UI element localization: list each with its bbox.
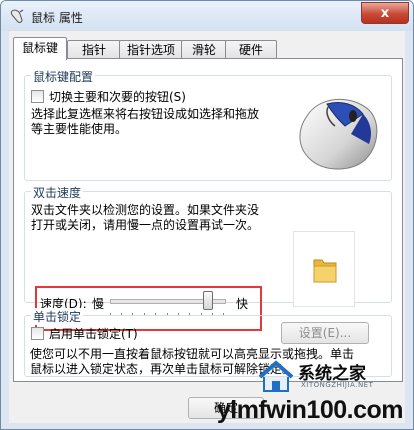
speed-slider-thumb[interactable]: [203, 291, 214, 310]
desc-line: 双击文件夹以检测您的设置。如果文件夹没: [31, 203, 260, 217]
tab-pointers[interactable]: 指针: [67, 40, 121, 59]
button-config-description: 选择此复选框来将右按钮设成如选择和拖放 等主要性能使用。: [31, 107, 281, 137]
switch-buttons-label[interactable]: 切换主要和次要的按钮(S): [49, 88, 186, 105]
tab-buttons[interactable]: 鼠标键: [13, 37, 67, 60]
tab-label: 指针选项: [126, 43, 175, 57]
fast-label: 快: [236, 297, 249, 311]
tab-panel-buttons: 鼠标键配置 切换主要和次要的按钮(S) 选择此复选框来将右按钮设成如选择和拖放 …: [13, 58, 403, 382]
group-title-click-lock: 单击锁定: [31, 308, 84, 325]
group-title-double-click: 双击速度: [31, 184, 84, 201]
close-icon: x: [380, 5, 390, 21]
double-click-description: 双击文件夹以检测您的设置。如果文件夹没 打开或关闭，请用慢一点的设置再试一次。: [31, 203, 301, 233]
desc-line: 等主要性能使用。: [31, 122, 128, 136]
click-lock-label[interactable]: 启用单击锁定(T): [49, 325, 138, 342]
tab-label: 滑轮: [191, 43, 216, 57]
tab-hardware[interactable]: 硬件: [225, 40, 277, 59]
tab-label: 指针: [81, 43, 106, 57]
tab-wheel[interactable]: 滑轮: [181, 40, 227, 59]
button-config-group: 鼠标键配置 切换主要和次要的按钮(S) 选择此复选框来将右按钮设成如选择和拖放 …: [24, 68, 392, 181]
house-logo-icon: [258, 360, 294, 392]
click-lock-checkbox[interactable]: [31, 327, 44, 340]
title-bar[interactable]: 鼠标 属性 x: [1, 1, 413, 31]
mouse-icon: [10, 9, 24, 23]
desc-line: 打开或关闭，请用慢一点的设置再试一次。: [31, 218, 260, 232]
slow-label: 慢: [92, 297, 105, 311]
mouse-properties-window: 鼠标 属性 x 鼠标键 指针 指针选项 滑轮 硬件 鼠标键配置 切换主要和次要的…: [0, 0, 414, 430]
switch-buttons-checkbox[interactable]: [31, 90, 44, 103]
folder-icon[interactable]: [312, 256, 338, 284]
tab-pointer-options[interactable]: 指针选项: [119, 40, 183, 59]
tab-label: 鼠标键: [21, 41, 58, 55]
tab-label: 硬件: [238, 43, 263, 57]
click-lock-settings-button[interactable]: 设置(E)...: [281, 322, 369, 344]
double-click-test-area[interactable]: [293, 231, 355, 307]
mouse-illustration-icon: [299, 98, 378, 170]
watermark-url: XITONGZHIJIA.NET: [301, 381, 374, 389]
close-button[interactable]: x: [361, 2, 409, 24]
window-title: 鼠标 属性: [31, 11, 83, 25]
watermark-site: ylmfwin100.com: [216, 396, 404, 424]
group-title-button-config: 鼠标键配置: [31, 68, 96, 85]
watermark-logo: 系统之家 XITONGZHIJIA.NET: [256, 357, 413, 397]
desc-line: 选择此复选框来将右按钮设成如选择和拖放: [31, 107, 260, 121]
